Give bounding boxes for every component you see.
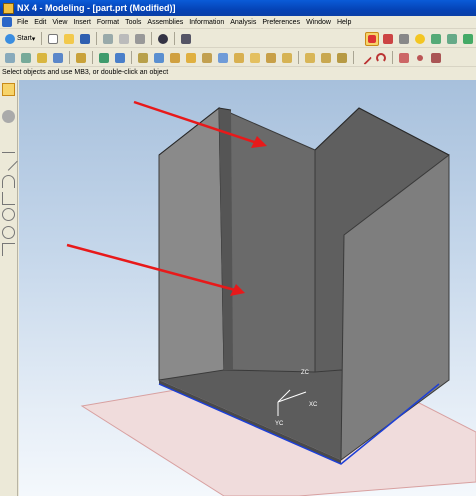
diagonal-line-tool-button[interactable] — [0, 152, 18, 171]
open-button[interactable] — [62, 32, 76, 46]
corner-tool-button[interactable] — [2, 192, 15, 205]
menu-assemblies[interactable]: Assemblies — [144, 19, 186, 26]
save-button[interactable] — [78, 32, 92, 46]
offset-face-button[interactable] — [248, 51, 262, 65]
subtract-button[interactable] — [152, 51, 166, 65]
trim-curve-button[interactable] — [397, 51, 411, 65]
thicken-button[interactable] — [303, 51, 317, 65]
start-button[interactable]: Start ▾ — [2, 32, 38, 46]
title-bar: NX 4 - Modeling - [part.prt (Modified)] — [0, 0, 476, 16]
point-button[interactable] — [413, 51, 427, 65]
triad-label-x: XC — [309, 402, 318, 408]
triad-label-y: YC — [275, 421, 284, 427]
menu-view[interactable]: View — [49, 19, 70, 26]
menu-bar: File Edit View Insert Format Tools Assem… — [0, 16, 476, 29]
line-button[interactable] — [357, 50, 373, 65]
snap-point-button[interactable] — [381, 32, 395, 46]
separator — [392, 51, 393, 64]
menu-information[interactable]: Information — [186, 19, 227, 26]
draft-button[interactable] — [232, 51, 246, 65]
chamfer-button[interactable] — [200, 51, 214, 65]
separator — [298, 51, 299, 64]
revolve-button[interactable] — [35, 51, 49, 65]
circle-tool-button[interactable] — [2, 226, 15, 239]
cylinder-button[interactable] — [113, 51, 127, 65]
edge-blend-button[interactable] — [184, 51, 198, 65]
model-view: ZC XC YC — [66, 100, 476, 496]
vertical-curve-toolbar — [0, 80, 18, 496]
cue-line: Select objects and use MB3, or double-cl… — [0, 68, 476, 78]
sew-button[interactable] — [335, 51, 349, 65]
back-wall-inner — [218, 107, 316, 373]
menu-edit[interactable]: Edit — [31, 19, 49, 26]
circle-point-tool-button[interactable] — [2, 208, 15, 221]
menu-tools[interactable]: Tools — [122, 19, 144, 26]
extrude-button[interactable] — [19, 51, 33, 65]
line-tool-button[interactable] — [2, 140, 15, 153]
undo-button[interactable] — [156, 32, 170, 46]
intersect-button[interactable] — [168, 51, 182, 65]
system-menu-icon[interactable] — [2, 17, 12, 27]
start-icon — [5, 33, 15, 44]
copy-button[interactable] — [117, 32, 131, 46]
datum-button[interactable] — [74, 51, 88, 65]
view-fit-button[interactable] — [445, 32, 459, 46]
spline-tool-button[interactable] — [2, 175, 15, 188]
menu-window[interactable]: Window — [303, 19, 334, 26]
start-label: Start — [17, 35, 32, 42]
offset-curve-button[interactable] — [429, 51, 443, 65]
menu-preferences[interactable]: Preferences — [259, 19, 303, 26]
menu-format[interactable]: Format — [94, 19, 122, 26]
block-button[interactable] — [97, 51, 111, 65]
hole-button[interactable] — [51, 51, 65, 65]
repeat-command-button[interactable] — [179, 32, 193, 46]
triad-label-z: ZC — [301, 370, 310, 376]
pattern-button[interactable] — [280, 51, 294, 65]
menu-analysis[interactable]: Analysis — [227, 19, 259, 26]
paste-button[interactable] — [133, 32, 147, 46]
start-dropdown-icon: ▾ — [31, 35, 36, 43]
graphics-window[interactable]: ZC XC YC — [19, 80, 476, 496]
trim-body-button[interactable] — [264, 51, 278, 65]
mirror-button[interactable] — [319, 51, 333, 65]
arc-button[interactable] — [374, 51, 388, 65]
left-wall-face — [158, 106, 225, 381]
standard-toolbar: Start ▾ — [0, 30, 476, 48]
feature-toolbar — [0, 49, 476, 67]
unite-button[interactable] — [136, 51, 150, 65]
crosshair-tool-button[interactable] — [2, 243, 15, 256]
separator — [151, 32, 153, 45]
window-title: NX 4 - Modeling - [part.prt (Modified)] — [17, 3, 176, 13]
shell-button[interactable] — [216, 51, 230, 65]
view-orient-button[interactable] — [461, 32, 475, 46]
sketch-button[interactable] — [3, 51, 17, 65]
separator — [41, 32, 43, 45]
separator — [96, 32, 98, 45]
menu-insert[interactable]: Insert — [70, 19, 94, 26]
rotate-icon[interactable] — [2, 110, 15, 123]
cut-button[interactable] — [101, 32, 115, 46]
menu-file[interactable]: File — [14, 19, 31, 26]
filter-button[interactable] — [429, 32, 443, 46]
wrench-button[interactable] — [397, 32, 411, 46]
separator — [353, 51, 354, 64]
separator — [131, 51, 132, 64]
app-icon — [3, 2, 14, 14]
lightbulb-button[interactable] — [413, 32, 427, 46]
separator — [69, 51, 70, 64]
select-objects-button[interactable] — [365, 31, 379, 46]
menu-help[interactable]: Help — [334, 19, 354, 26]
new-button[interactable] — [46, 32, 60, 46]
separator — [174, 32, 176, 45]
select-tool-button[interactable] — [2, 83, 15, 96]
separator — [92, 51, 93, 64]
